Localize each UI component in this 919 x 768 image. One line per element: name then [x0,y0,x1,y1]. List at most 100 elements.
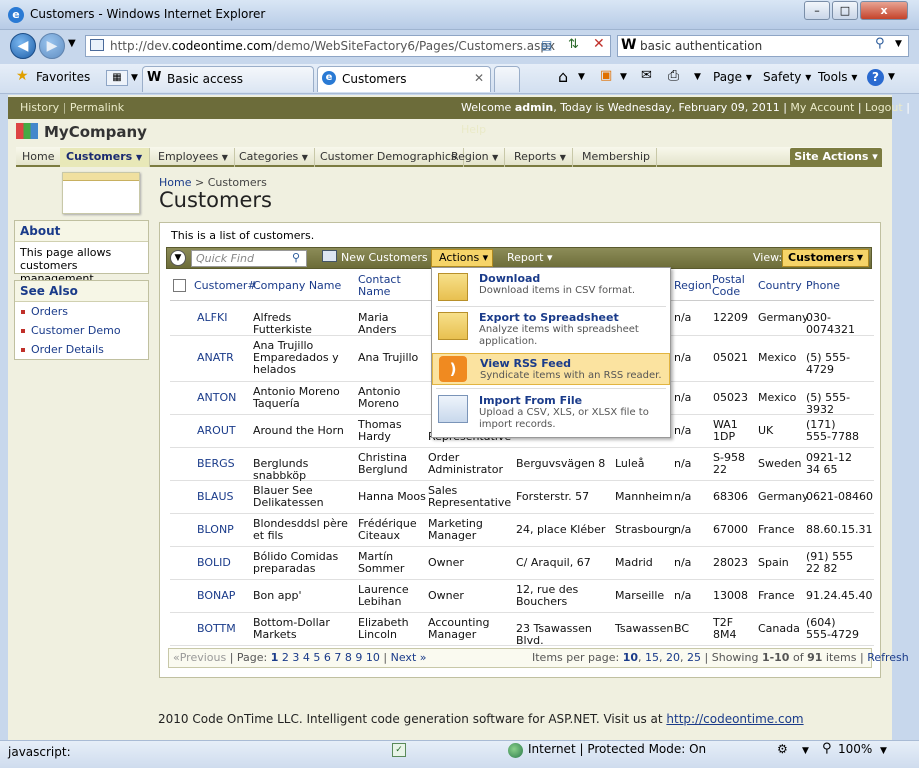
search-icon[interactable]: ⚲ [292,251,300,264]
safety-menu[interactable]: Safety ▾ [763,70,811,84]
forward-icon[interactable]: ▶ [39,33,65,59]
search-icon[interactable]: ⚲ [875,36,885,51]
see-also-customer-demo[interactable]: Customer Demo [15,321,148,340]
customer-id[interactable]: ANTON [197,392,236,404]
new-customers-button[interactable]: New Customers [341,251,428,264]
page-3[interactable]: 3 [292,651,299,664]
history-link[interactable]: History [20,101,59,114]
customer-id[interactable]: ALFKI [197,312,227,324]
page-size-25[interactable]: 25 [687,651,701,664]
home-menu-icon[interactable]: ▼ [578,72,585,82]
feeds-icon[interactable]: ▣ [600,68,612,83]
page-2[interactable]: 2 [282,651,289,664]
view-select[interactable]: Customers ▼ [782,249,869,267]
actions-button[interactable]: Actions ▾ [431,249,493,267]
menu-reports[interactable]: Reports ▼ [508,148,573,167]
refresh-icon[interactable]: ⇅ [568,37,579,52]
tools-menu[interactable]: Tools ▾ [818,70,857,84]
column-header-contact[interactable]: Contact Name [358,274,418,298]
table-row[interactable]: BOTTM Bottom-Dollar Markets Elizabeth Li… [170,613,874,647]
page-7[interactable]: 7 [334,651,341,664]
menu-home[interactable]: Home [16,148,62,167]
see-also-orders[interactable]: Orders [15,302,148,321]
table-row[interactable]: BONAP Bon app' Laurence Lebihan Owner 12… [170,580,874,613]
report-button[interactable]: Report ▾ [507,251,552,264]
tab-list-icon[interactable]: ▼ [131,73,138,83]
minimize-button[interactable]: – [804,1,830,20]
footer-link[interactable]: http://codeontime.com [666,712,803,726]
help-menu-icon[interactable]: ▼ [888,72,895,82]
page-size-10[interactable]: 10 [623,651,638,664]
close-tab-icon[interactable]: ✕ [474,71,484,85]
customer-id[interactable]: ANATR [197,352,234,364]
tab-customers[interactable]: Customers [317,66,491,92]
page-4[interactable]: 4 [303,651,310,664]
page-1[interactable]: 1 [271,651,279,664]
zoom-menu-icon[interactable]: ▼ [880,746,887,756]
action-import-file[interactable]: Import From File Upload a CSV, XLS, or X… [432,391,670,436]
search-options-icon[interactable]: ▼ [895,39,902,49]
customer-id[interactable]: BONAP [197,590,235,602]
menu-region[interactable]: Region ▼ [445,148,506,167]
page-9[interactable]: 9 [355,651,362,664]
address-bar[interactable]: http://dev.codeontime.com/demo/WebSiteFa… [85,35,611,57]
customer-id[interactable]: BOLID [197,557,231,569]
print-menu-icon[interactable]: ▼ [694,72,701,82]
quick-tabs-icon[interactable]: ▦ [106,70,128,86]
see-also-order-details[interactable]: Order Details [15,340,148,359]
select-all-checkbox[interactable] [173,279,186,292]
column-header-phone[interactable]: Phone [806,280,840,292]
table-row[interactable]: BOLID Bólido Comidas preparadas Martín S… [170,547,874,580]
table-row[interactable]: BLAUS Blauer See Delikatessen Hanna Moos… [170,481,874,514]
grid-menu-icon[interactable]: ▼ [170,250,186,266]
refresh-link[interactable]: Refresh [867,651,909,664]
menu-categories[interactable]: Categories ▼ [233,148,315,167]
zoom-level[interactable]: 100% [838,742,872,756]
table-row[interactable]: BLONP Blondesddsl père et fils Frédériqu… [170,514,874,547]
action-download[interactable]: Download Download items in CSV format. [432,269,670,305]
action-export-spreadsheet[interactable]: Export to Spreadsheet Analyze items with… [432,308,670,350]
feeds-menu-icon[interactable]: ▼ [620,72,627,82]
page-size-15[interactable]: 15 [645,651,659,664]
menu-membership[interactable]: Membership [576,148,657,167]
page-menu[interactable]: Page ▾ [713,70,752,84]
tab-basic-auth[interactable]: Basic access authenticatio... [142,66,314,110]
my-account-link[interactable]: My Account [790,101,854,114]
print-icon[interactable]: ⎙ [668,68,679,84]
favorites-button[interactable]: Favorites [36,70,90,84]
quick-find-input[interactable]: Quick Find [191,250,307,267]
column-header-postal[interactable]: Postal Code [712,274,752,298]
compatibility-icon[interactable]: ▤ [541,38,552,52]
site-actions-button[interactable]: Site Actions ▾ [790,148,882,166]
previous-page-link[interactable]: «Previous [173,651,226,664]
column-header-country[interactable]: Country [758,280,802,292]
page-10[interactable]: 10 [366,651,380,664]
customer-id[interactable]: BLONP [197,524,234,536]
home-icon[interactable]: ⌂ [558,67,568,86]
column-header-company[interactable]: Company Name [253,280,341,292]
action-view-rss[interactable]: ) View RSS Feed Syndicate items with an … [432,353,670,385]
column-header-region[interactable]: Region [674,280,712,292]
protected-mode-icon[interactable]: ⚙ [777,742,788,756]
help-link[interactable]: Help [461,123,486,136]
stop-icon[interactable]: ✕ [593,36,605,52]
close-window-button[interactable]: x [860,1,908,20]
search-input[interactable]: basic authentication [617,35,909,57]
logout-link[interactable]: Logout [865,101,903,114]
page-6[interactable]: 6 [324,651,331,664]
table-row[interactable]: BERGS Berglunds snabbköp Christina Bergl… [170,448,874,482]
mail-icon[interactable]: ✉ [641,68,652,83]
customer-id[interactable]: BLAUS [197,491,234,503]
help-icon[interactable]: ? [867,69,884,86]
menu-customers[interactable]: Customers ▼ [60,148,150,167]
menu-employees[interactable]: Employees ▼ [152,148,235,167]
customer-id[interactable]: AROUT [197,425,236,437]
new-tab-button[interactable] [494,66,520,92]
recent-pages-icon[interactable]: ▼ [68,38,76,49]
permalink-link[interactable]: Permalink [70,101,124,114]
customer-id[interactable]: BOTTM [197,623,236,635]
column-header-customer-id[interactable]: Customer# [194,280,257,292]
company-logo[interactable]: MyCompany [16,123,147,141]
security-zone[interactable]: Internet | Protected Mode: On [528,742,706,756]
page-size-20[interactable]: 20 [666,651,680,664]
